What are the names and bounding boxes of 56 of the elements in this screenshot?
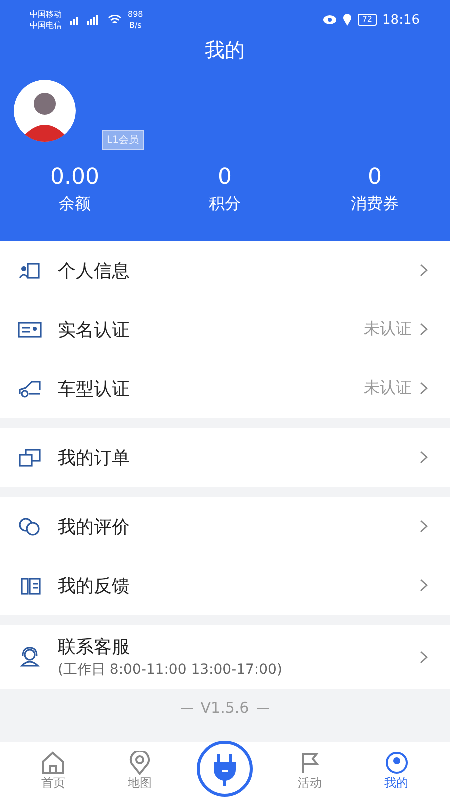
menu-label: 我的订单: [58, 446, 131, 470]
car-icon: [18, 378, 42, 398]
wifi-icon: [108, 15, 122, 25]
menu-item[interactable]: 车型认证 未认证: [0, 359, 450, 418]
avatar[interactable]: [14, 80, 76, 142]
location-icon: [343, 14, 352, 26]
network-speed: B/s: [129, 20, 142, 31]
status-text: 未认证: [364, 378, 412, 399]
chevron-icon: [420, 323, 428, 336]
chevron-icon: [420, 579, 428, 592]
nav-label: 活动: [298, 774, 322, 792]
menu-item[interactable]: 我的订单: [0, 428, 450, 487]
version-text: V1.5.6: [200, 699, 250, 717]
carrier-name: 中国电信: [30, 20, 62, 31]
nav-tab[interactable]: 首页: [23, 750, 84, 792]
menu-item[interactable]: 我的评价: [0, 497, 450, 556]
menu-item[interactable]: 实名认证 未认证: [0, 300, 450, 359]
stat-value[interactable]: 0: [218, 164, 232, 192]
chevron-icon: [420, 451, 428, 464]
chevron-icon: [420, 382, 428, 395]
eye-icon: [323, 15, 338, 25]
stat-value[interactable]: 0: [368, 164, 382, 192]
member-badge: L1会员: [102, 130, 144, 150]
network-speed: 898: [128, 9, 144, 20]
nav-label: 我的: [384, 774, 409, 792]
menu-label: 实名认证: [58, 318, 131, 342]
nav-tab[interactable]: 我的: [366, 750, 427, 792]
battery-level: 72: [362, 15, 373, 24]
stat-label: 消费券: [351, 193, 399, 215]
stat-label: 积分: [209, 193, 241, 215]
chevron-icon: [420, 264, 428, 277]
stat-label: 余额: [59, 193, 91, 215]
menu-label: 我的评价: [58, 516, 131, 538]
service-hours: (工作日 8:00-11:00 13:00-17:00): [58, 661, 284, 679]
menu-label: 车型认证: [58, 378, 131, 400]
status-text: 未认证: [364, 319, 412, 340]
menu-label: 个人信息: [58, 260, 131, 282]
home-icon: [40, 750, 66, 774]
menu-label: 联系客服: [58, 636, 131, 659]
menu-item[interactable]: 个人信息: [0, 241, 450, 300]
stat-value[interactable]: 0.00: [50, 164, 100, 192]
carrier-name: 中国移动: [30, 9, 62, 20]
page-title: 我的: [204, 38, 246, 62]
headset-icon: [18, 647, 42, 667]
menu-item[interactable]: 联系客服 (工作日 8:00-11:00 13:00-17:00): [0, 625, 450, 689]
nav-label: 地图: [128, 774, 152, 792]
nav-label: 首页: [41, 774, 66, 792]
menu-label: 我的反馈: [58, 574, 131, 598]
chevron-icon: [420, 650, 428, 664]
nav-tab[interactable]: 活动: [280, 750, 340, 792]
id-card-icon: [18, 320, 42, 340]
nav-tab[interactable]: 地图: [110, 750, 170, 792]
profile-icon: [18, 260, 42, 280]
chevron-icon: [420, 520, 428, 533]
menu-item[interactable]: 我的反馈: [0, 556, 450, 615]
clock: 18:16: [382, 12, 420, 28]
